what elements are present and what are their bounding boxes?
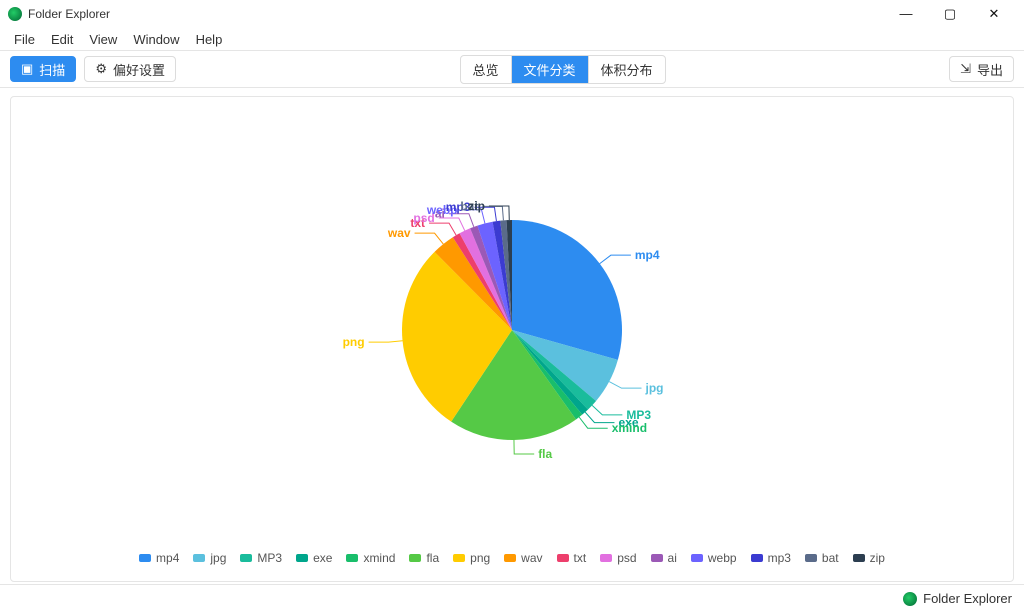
legend-item-psd[interactable]: psd [600,551,636,565]
legend-label: zip [870,551,885,565]
legend-swatch [346,554,358,562]
app-icon-small [903,592,917,606]
legend-item-xmind[interactable]: xmind [346,551,395,565]
pie-label-png: png [343,335,365,349]
legend-swatch [557,554,569,562]
status-app-name: Folder Explorer [923,591,1012,606]
legend-item-zip[interactable]: zip [853,551,885,565]
menu-help[interactable]: Help [188,30,231,49]
legend-item-txt[interactable]: txt [557,551,587,565]
legend-label: jpg [210,551,226,565]
legend-item-webp[interactable]: webp [691,551,737,565]
tab-overview[interactable]: 总览 [461,56,512,83]
legend-label: MP3 [257,551,282,565]
pie-label-zip: zip [468,199,485,213]
minimize-button[interactable]: — [884,6,928,22]
export-button[interactable]: ⇲ 导出 [949,56,1014,82]
legend-swatch [691,554,703,562]
scan-button[interactable]: ▣ 扫描 [10,56,76,82]
legend-swatch [805,554,817,562]
gear-icon: ⚙ [95,61,107,77]
pie-label-fla: fla [538,447,552,461]
legend-item-fla[interactable]: fla [409,551,439,565]
legend-item-mp4[interactable]: mp4 [139,551,179,565]
pie-label-mp4: mp4 [635,248,660,262]
legend-swatch [296,554,308,562]
tab-size-dist[interactable]: 体积分布 [589,56,665,83]
legend-swatch [139,554,151,562]
legend-label: wav [521,551,542,565]
legend-swatch [853,554,865,562]
legend-item-wav[interactable]: wav [504,551,542,565]
close-button[interactable]: ✕ [972,6,1016,22]
legend-swatch [409,554,421,562]
menu-file[interactable]: File [6,30,43,49]
menu-bar: File Edit View Window Help [0,28,1024,50]
legend-swatch [651,554,663,562]
preferences-button[interactable]: ⚙ 偏好设置 [84,56,176,82]
legend-label: fla [426,551,439,565]
pie-chart: mp4jpgMP3exexmindflapngwavtxtpsdaiwebpmp… [282,140,742,480]
legend-label: bat [822,551,839,565]
export-label: 导出 [977,60,1003,79]
toolbar: ▣ 扫描 ⚙ 偏好设置 总览 文件分类 体积分布 ⇲ 导出 [0,50,1024,88]
legend-item-mp3[interactable]: mp3 [751,551,791,565]
tab-file-type[interactable]: 文件分类 [512,56,589,83]
legend-item-bat[interactable]: bat [805,551,839,565]
legend-label: mp3 [768,551,791,565]
legend-label: mp4 [156,551,179,565]
chart-legend: mp4 jpg MP3 exe xmind fla png wav txt psd ai webp mp… [11,551,1013,565]
scan-label: 扫描 [39,60,65,79]
legend-swatch [453,554,465,562]
legend-label: exe [313,551,332,565]
legend-item-ai[interactable]: ai [651,551,677,565]
window-title: Folder Explorer [28,7,110,21]
pie-label-wav: wav [387,226,411,240]
legend-item-MP3[interactable]: MP3 [240,551,282,565]
legend-label: psd [617,551,636,565]
legend-label: xmind [363,551,395,565]
legend-swatch [240,554,252,562]
legend-swatch [600,554,612,562]
legend-swatch [751,554,763,562]
legend-label: png [470,551,490,565]
legend-label: ai [668,551,677,565]
menu-view[interactable]: View [81,30,125,49]
export-icon: ⇲ [960,61,971,77]
preferences-label: 偏好设置 [113,60,165,79]
folder-icon: ▣ [21,61,33,77]
legend-label: webp [708,551,737,565]
legend-swatch [504,554,516,562]
legend-label: txt [574,551,587,565]
legend-swatch [193,554,205,562]
pie-label-xmind: xmind [612,421,647,435]
legend-item-png[interactable]: png [453,551,490,565]
status-bar: Folder Explorer [0,584,1024,612]
pie-label-jpg: jpg [645,381,664,395]
view-tabs[interactable]: 总览 文件分类 体积分布 [460,55,666,84]
menu-window[interactable]: Window [125,30,187,49]
legend-item-jpg[interactable]: jpg [193,551,226,565]
legend-item-exe[interactable]: exe [296,551,332,565]
content-pane: mp4 jpg MP3 exe xmind fla png wav txt psd ai webp mp… [10,96,1014,582]
menu-edit[interactable]: Edit [43,30,81,49]
maximize-button[interactable]: ▢ [928,6,972,22]
app-icon [8,7,22,21]
title-bar: Folder Explorer — ▢ ✕ [0,0,1024,28]
